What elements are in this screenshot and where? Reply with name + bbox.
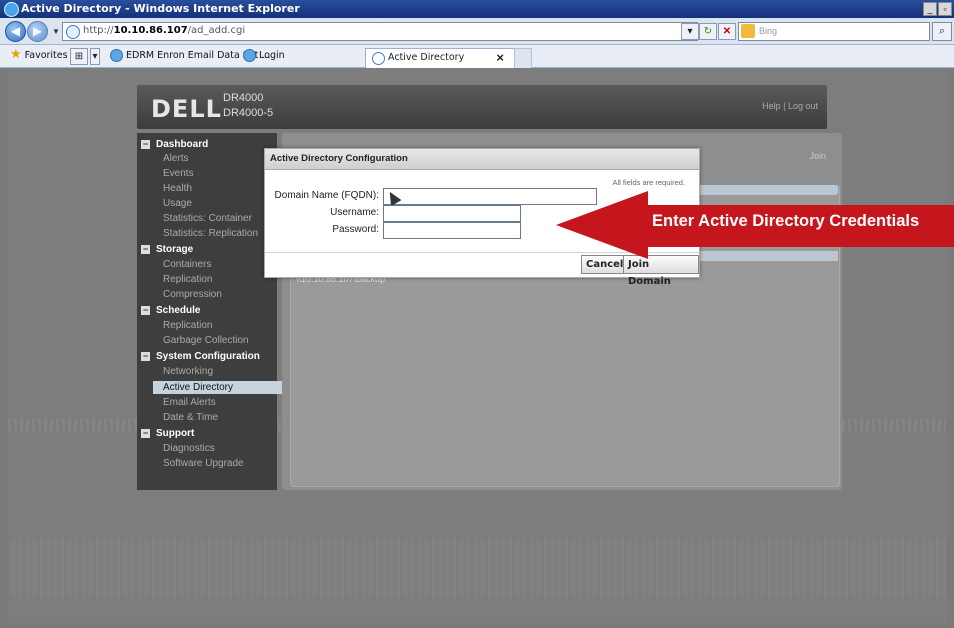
favorites-bar: ★ Favorites ⊞ ▾ EDRM Enron Email Data Se… xyxy=(0,45,954,68)
app-header: DELL DR4000 DR4000-5 Help | Log out xyxy=(137,85,827,129)
address-input[interactable]: http://10.10.86.107/ad_add.cgi xyxy=(62,22,698,41)
sidebar-item-email-alerts[interactable]: Email Alerts xyxy=(163,397,216,408)
sidebar-item-usage[interactable]: Usage xyxy=(163,198,192,209)
required-note: All fields are required. xyxy=(612,178,685,187)
address-dropdown-icon[interactable]: ▾ xyxy=(681,23,699,40)
password-input[interactable] xyxy=(383,222,521,239)
search-icon[interactable]: ⌕ xyxy=(932,22,952,41)
url-text: http://10.10.86.107/ad_add.cgi xyxy=(83,25,246,36)
ie-page-icon xyxy=(110,49,123,62)
username-label: Username: xyxy=(330,207,379,218)
forward-button[interactable]: ▶ xyxy=(27,21,48,42)
window-title: Active Directory - Windows Internet Expl… xyxy=(21,2,300,15)
sidebar-item-schedule-replication[interactable]: Replication xyxy=(163,320,212,331)
sidebar-item-alerts[interactable]: Alerts xyxy=(163,153,189,164)
sidebar-item-containers[interactable]: Containers xyxy=(163,259,211,270)
sidebar-item-garbage-collection[interactable]: Garbage Collection xyxy=(163,335,249,346)
collapse-icon[interactable]: − xyxy=(141,352,150,361)
sidebar-item-compression[interactable]: Compression xyxy=(163,289,222,300)
favorites-button[interactable]: ★ Favorites xyxy=(10,47,68,62)
header-links: Help | Log out xyxy=(762,101,818,111)
sidebar-item-health[interactable]: Health xyxy=(163,183,192,194)
minimize-icon[interactable]: _ xyxy=(923,2,937,16)
sidebar-item-replication[interactable]: Replication xyxy=(163,274,212,285)
page-icon xyxy=(372,52,385,65)
page-icon xyxy=(66,25,80,39)
sidebar-section-schedule[interactable]: − Schedule xyxy=(141,305,200,316)
sidebar-item-date-time[interactable]: Date & Time xyxy=(163,412,218,423)
ie-logo-icon xyxy=(4,2,19,17)
ie-page-icon xyxy=(243,49,256,62)
domain-label: Domain Name (FQDN): xyxy=(274,190,379,201)
sidebar-item-stats-container[interactable]: Statistics: Container xyxy=(163,213,252,224)
window-controls: _ ▫ xyxy=(923,2,952,16)
collapse-icon[interactable]: − xyxy=(141,245,150,254)
model-name: DR4000 xyxy=(223,92,264,104)
history-dropdown-icon[interactable]: ▼ xyxy=(52,27,60,36)
sidebar-item-software-upgrade[interactable]: Software Upgrade xyxy=(163,458,244,469)
window-title-bar: Active Directory - Windows Internet Expl… xyxy=(0,0,954,18)
search-input[interactable]: Bing xyxy=(738,22,930,41)
sidebar-item-events[interactable]: Events xyxy=(163,168,194,179)
star-icon: ★ xyxy=(10,47,22,62)
logout-link[interactable]: Log out xyxy=(788,101,818,111)
collapse-icon[interactable]: − xyxy=(141,306,150,315)
device-name: DR4000-5 xyxy=(223,107,274,119)
collapse-icon[interactable]: − xyxy=(141,140,150,149)
help-link[interactable]: Help xyxy=(762,101,781,111)
collapse-icon[interactable]: − xyxy=(141,429,150,438)
annotation-arrow xyxy=(556,191,648,259)
password-label: Password: xyxy=(332,224,379,235)
sidebar-section-storage[interactable]: − Storage xyxy=(141,244,193,255)
join-link[interactable]: Join xyxy=(809,151,826,161)
tab-active-directory[interactable]: Active Directory × xyxy=(365,48,515,68)
sidebar-nav: − Dashboard Alerts Events Health Usage St… xyxy=(137,133,283,490)
dell-logo: DELL xyxy=(151,95,222,123)
stop-icon[interactable]: ✕ xyxy=(718,23,736,40)
tab-list-icon[interactable]: ▾ xyxy=(90,48,100,65)
bing-icon xyxy=(741,24,755,38)
sidebar-item-diagnostics[interactable]: Diagnostics xyxy=(163,443,215,454)
username-input[interactable] xyxy=(383,205,521,222)
address-bar-row: ◀ ▶ ▼ http://10.10.86.107/ad_add.cgi ▾ ↻… xyxy=(0,18,954,45)
back-button[interactable]: ◀ xyxy=(5,21,26,42)
sidebar-item-active-directory[interactable]: Active Directory xyxy=(153,381,283,394)
refresh-icon[interactable]: ↻ xyxy=(699,23,717,40)
new-tab-button[interactable] xyxy=(514,48,532,68)
favorite-item-login[interactable]: Login xyxy=(243,49,285,62)
sidebar-section-support[interactable]: − Support xyxy=(141,428,194,439)
annotation-text: Enter Active Directory Credentials xyxy=(652,212,920,230)
sidebar-item-stats-replication[interactable]: Statistics: Replication xyxy=(163,228,258,239)
quick-tabs-icon[interactable]: ⊞ xyxy=(70,48,88,65)
sidebar-section-system-configuration[interactable]: − System Configuration xyxy=(141,351,260,362)
sidebar-item-networking[interactable]: Networking xyxy=(163,366,213,377)
close-tab-icon[interactable]: × xyxy=(496,50,504,65)
sidebar-section-dashboard[interactable]: − Dashboard xyxy=(141,139,208,150)
maximize-icon[interactable]: ▫ xyxy=(938,2,952,16)
dialog-title: Active Directory Configuration xyxy=(265,149,699,170)
